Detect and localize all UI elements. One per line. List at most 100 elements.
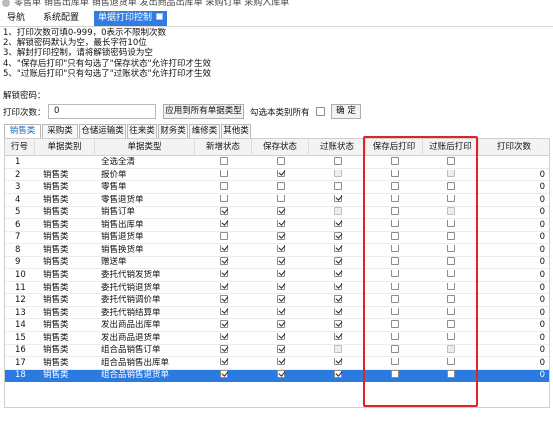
post-state-checkbox[interactable] — [333, 269, 342, 278]
save-state-checkbox[interactable] — [276, 182, 285, 190]
save-state-checkbox[interactable] — [276, 232, 285, 240]
save-print-checkbox[interactable] — [390, 307, 399, 316]
post-state-checkbox[interactable] — [333, 345, 342, 353]
save-print-checkbox[interactable] — [390, 370, 399, 378]
table-row[interactable]: 14 销售类 发出商品出库单 0 — [5, 320, 549, 333]
tab-other[interactable]: 其他类 — [221, 124, 251, 138]
save-state-checkbox[interactable] — [276, 320, 285, 328]
post-print-checkbox[interactable] — [447, 207, 455, 215]
nav-system-config[interactable]: 系统配置 — [40, 11, 82, 26]
post-print-checkbox[interactable] — [447, 182, 455, 190]
check-all-checkbox[interactable] — [316, 107, 325, 116]
add-state-checkbox[interactable] — [219, 257, 228, 265]
save-state-checkbox[interactable] — [276, 295, 285, 303]
post-state-checkbox[interactable] — [333, 295, 342, 303]
tab-accounts[interactable]: 往来类 — [127, 124, 157, 138]
col-header-post-state[interactable]: 过账状态 — [309, 139, 366, 156]
tab-finance[interactable]: 财务类 — [158, 124, 188, 138]
post-print-checkbox[interactable] — [447, 269, 455, 278]
save-state-checkbox[interactable] — [276, 207, 285, 215]
add-state-checkbox[interactable] — [219, 345, 228, 353]
post-print-checkbox[interactable] — [447, 345, 455, 353]
post-print-checkbox[interactable] — [447, 332, 455, 341]
post-print-checkbox[interactable] — [447, 257, 455, 265]
tab-sales[interactable]: 销售类 — [4, 124, 41, 139]
post-state-checkbox[interactable] — [333, 282, 342, 290]
save-print-checkbox[interactable] — [390, 332, 399, 341]
nav-print-control-tab[interactable]: 单据打印控制 — [94, 11, 168, 26]
col-header-print-count[interactable]: 打印次数 — [479, 139, 549, 156]
col-header-save-print[interactable]: 保存后打印 — [366, 139, 423, 156]
save-state-checkbox[interactable] — [276, 357, 285, 366]
print-count-input[interactable]: 0 — [48, 104, 156, 119]
table-row[interactable]: 7 销售类 销售退货单 0 — [5, 232, 549, 245]
table-row[interactable]: 13 销售类 委托代销结算单 0 — [5, 307, 549, 320]
col-header-type[interactable]: 单据类型 — [95, 139, 195, 156]
post-print-checkbox[interactable] — [447, 357, 455, 366]
table-row[interactable]: 6 销售类 销售出库单 0 — [5, 219, 549, 232]
save-print-checkbox[interactable] — [390, 345, 399, 353]
col-header-save-state[interactable]: 保存状态 — [252, 139, 309, 156]
tab-close-icon[interactable] — [156, 13, 164, 20]
save-print-checkbox[interactable] — [390, 169, 399, 178]
add-state-checkbox[interactable] — [219, 269, 228, 278]
post-state-checkbox[interactable] — [333, 370, 342, 378]
table-row[interactable]: 2 销售类 报价单 0 — [5, 169, 549, 182]
table-row[interactable]: 15 销售类 发出商品退货单 0 — [5, 332, 549, 345]
post-print-checkbox[interactable] — [447, 169, 455, 178]
save-state-checkbox[interactable] — [276, 257, 285, 265]
col-header-category[interactable]: 单据类别 — [35, 139, 95, 156]
add-state-checkbox[interactable] — [219, 194, 228, 203]
col-header-post-print[interactable]: 过账后打印 — [423, 139, 479, 156]
post-state-checkbox[interactable] — [333, 257, 342, 265]
save-print-checkbox[interactable] — [390, 282, 399, 290]
col-header-no[interactable]: 行号 — [5, 139, 35, 156]
post-print-checkbox[interactable] — [447, 295, 455, 303]
post-state-checkbox[interactable] — [333, 182, 342, 190]
save-state-checkbox[interactable] — [276, 194, 285, 203]
add-state-checkbox[interactable] — [219, 295, 228, 303]
post-state-checkbox[interactable] — [333, 332, 342, 341]
add-state-checkbox[interactable] — [219, 320, 228, 328]
post-state-checkbox[interactable] — [333, 169, 342, 178]
save-print-checkbox[interactable] — [390, 269, 399, 278]
post-state-checkbox[interactable] — [333, 219, 342, 228]
save-state-checkbox[interactable] — [276, 269, 285, 278]
save-print-checkbox[interactable] — [390, 244, 399, 253]
save-print-checkbox[interactable] — [390, 357, 399, 366]
tab-repair[interactable]: 维修类 — [189, 124, 220, 138]
add-state-checkbox[interactable] — [219, 370, 228, 378]
apply-all-button[interactable]: 应用到所有单据类型 — [163, 104, 244, 119]
post-print-checkbox[interactable] — [447, 370, 455, 378]
save-state-checkbox[interactable] — [276, 244, 285, 253]
post-print-checkbox[interactable] — [447, 307, 455, 316]
add-state-checkbox[interactable] — [219, 169, 228, 178]
save-state-checkbox[interactable] — [276, 332, 285, 341]
add-state-checkbox[interactable] — [219, 244, 228, 253]
save-print-checkbox[interactable] — [390, 182, 399, 190]
add-state-checkbox[interactable] — [219, 307, 228, 316]
save-state-checkbox[interactable] — [276, 370, 285, 378]
table-row[interactable]: 8 销售类 销售换货单 0 — [5, 244, 549, 257]
save-state-checkbox[interactable] — [276, 307, 285, 316]
table-row[interactable]: 18 销售类 组合品销售退货单 0 — [5, 370, 549, 383]
post-print-checkbox[interactable] — [447, 157, 455, 165]
post-state-checkbox[interactable] — [333, 320, 342, 328]
save-print-checkbox[interactable] — [390, 207, 399, 215]
save-print-checkbox[interactable] — [390, 194, 399, 203]
post-state-checkbox[interactable] — [333, 307, 342, 316]
post-state-checkbox[interactable] — [333, 157, 342, 165]
table-row[interactable]: 16 销售类 组合品销售订单 0 — [5, 345, 549, 358]
add-state-checkbox[interactable] — [219, 157, 228, 165]
table-row[interactable]: 5 销售类 销售订单 0 — [5, 207, 549, 220]
add-state-checkbox[interactable] — [219, 282, 228, 290]
add-state-checkbox[interactable] — [219, 182, 228, 190]
post-state-checkbox[interactable] — [333, 244, 342, 253]
post-print-checkbox[interactable] — [447, 244, 455, 253]
post-state-checkbox[interactable] — [333, 232, 342, 240]
col-header-add-state[interactable]: 新增状态 — [195, 139, 252, 156]
table-row[interactable]: 3 销售类 零售单 0 — [5, 182, 549, 194]
save-state-checkbox[interactable] — [276, 157, 285, 165]
save-state-checkbox[interactable] — [276, 282, 285, 290]
post-state-checkbox[interactable] — [333, 357, 342, 366]
